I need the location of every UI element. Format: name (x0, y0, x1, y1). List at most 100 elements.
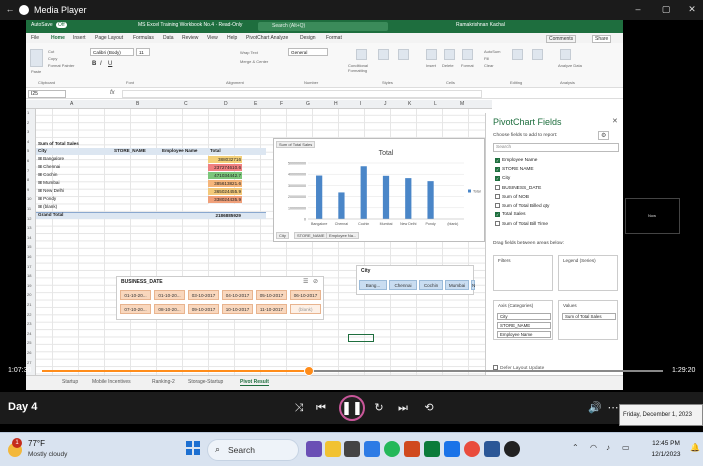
fill-button[interactable]: Fill (484, 56, 489, 61)
repeat-icon[interactable]: ⟲ (420, 399, 438, 417)
slicer-item[interactable]: Cochin (419, 280, 443, 290)
column-header[interactable]: A (70, 101, 73, 107)
comments-button[interactable]: Comments (546, 35, 577, 43)
sort-filter-icon[interactable] (512, 49, 523, 60)
windows-start-icon[interactable] (186, 441, 200, 455)
excel-search-box[interactable]: Search (Alt+Q) (258, 22, 388, 31)
field-item[interactable]: Sum of Total Bill Time (495, 221, 548, 227)
name-box[interactable]: I25 (28, 90, 66, 98)
slicer-item[interactable]: 09-10-2017 (188, 304, 219, 314)
edge-icon[interactable] (364, 441, 380, 457)
notifications-icon[interactable]: 🔔 (690, 443, 700, 452)
office-icon[interactable] (404, 441, 420, 457)
column-header[interactable]: H (334, 101, 338, 107)
row-header[interactable]: 6 (27, 158, 29, 163)
row-header[interactable]: 4 (27, 139, 29, 144)
volume-icon[interactable]: 🔊 (586, 399, 604, 417)
checkbox-icon[interactable] (495, 194, 500, 199)
shuffle-icon[interactable]: ⤨ (290, 399, 308, 417)
underline-icon[interactable]: U (108, 61, 112, 67)
slicer-item[interactable]: 03-10-2017 (188, 290, 219, 300)
column-header[interactable]: G (306, 101, 310, 107)
row-header[interactable]: 10 (27, 196, 31, 201)
minimize-icon[interactable]: – (632, 4, 644, 16)
seek-handle[interactable] (304, 366, 315, 376)
column-header[interactable]: F (280, 101, 283, 107)
city-slicer[interactable]: City Bang... Chennai Cochin Mumbai N (356, 265, 475, 295)
checkbox-icon[interactable] (495, 185, 500, 190)
row-header[interactable]: 14 (27, 235, 31, 240)
column-header[interactable]: E (254, 101, 257, 107)
chrome-icon[interactable] (464, 441, 480, 457)
video-frame[interactable]: AutoSave Off MS Excel Training Workbook … (26, 20, 623, 390)
checkbox-icon[interactable] (495, 221, 500, 226)
slicer-item[interactable]: 04-10-2017 (222, 290, 253, 300)
pivot-row-label[interactable]: ⊞ Bangalore (38, 156, 64, 162)
tab-pivotchart-analyze[interactable]: PivotChart Analyze (246, 35, 288, 41)
tab-format[interactable]: Format (326, 35, 342, 41)
column-header[interactable]: I (360, 101, 361, 107)
slicer-item[interactable]: Bang... (359, 280, 387, 290)
merge-center-button[interactable]: Merge & Center (240, 59, 268, 64)
pivot-city-header[interactable]: City (38, 148, 47, 153)
cut-button[interactable]: Cut (48, 49, 54, 54)
slicer-item[interactable]: 11-10-2017 (256, 304, 287, 314)
sheet-tab[interactable]: Storage-Startup (188, 379, 223, 385)
close-pane-icon[interactable]: ✕ (612, 117, 618, 125)
row-header[interactable]: 7 (27, 168, 29, 173)
font-size-select[interactable]: 11 (136, 48, 150, 56)
row-header[interactable]: 21 (27, 302, 31, 307)
row-header[interactable]: 11 (27, 206, 31, 211)
tab-design[interactable]: Design (300, 35, 316, 41)
row-header[interactable]: 17 (27, 264, 31, 269)
media-player-icon[interactable] (504, 441, 520, 457)
values-field-chip[interactable]: Sum of Total Sales (562, 313, 616, 320)
pivot-row-label[interactable]: ⊞ Pondy (38, 196, 56, 202)
slicer-item[interactable]: 08-10-20... (154, 304, 185, 314)
maximize-icon[interactable]: ▢ (660, 4, 672, 16)
slicer-item[interactable]: (blank) (290, 304, 321, 314)
teams-icon[interactable] (444, 441, 460, 457)
pivot-employee-header[interactable]: Employee Name (162, 148, 198, 153)
row-header[interactable]: 18 (27, 273, 31, 278)
user-name[interactable]: Ramakrishnan Kachal (456, 22, 505, 28)
field-search-input[interactable]: Search (493, 143, 619, 152)
row-header[interactable]: 3 (27, 129, 29, 134)
column-header[interactable]: C (184, 101, 188, 107)
pivot-row-label[interactable]: ⊞ New Delhi (38, 188, 64, 194)
tray-chevron-icon[interactable]: ⌃ (572, 443, 579, 452)
checkbox-checked-icon[interactable]: ✓ (495, 167, 500, 172)
conditional-formatting-icon[interactable] (356, 49, 367, 60)
row-header[interactable]: 15 (27, 244, 31, 249)
slicer-item[interactable]: 05-10-2017 (256, 290, 287, 300)
row-header[interactable]: 23 (27, 321, 31, 326)
function-icon[interactable]: fx (110, 90, 115, 96)
file-explorer-icon[interactable] (306, 441, 322, 457)
back-icon[interactable]: ← (4, 4, 16, 16)
next-icon[interactable]: ⏭ (394, 399, 412, 417)
insert-cells-icon[interactable] (426, 49, 437, 60)
filters-area[interactable]: Filters (493, 255, 553, 291)
wifi-icon[interactable]: ◠ (590, 443, 597, 452)
slicer-item[interactable]: Chennai (389, 280, 417, 290)
slicer-item[interactable]: N (471, 280, 475, 290)
column-header[interactable]: K (408, 101, 411, 107)
row-header[interactable]: 27 (27, 360, 31, 365)
business-date-slicer[interactable]: BUSINESS_DATE ☰ ⊘ 01-10-20... 01-10-20..… (116, 276, 324, 320)
excel-icon[interactable] (424, 441, 440, 457)
checkbox-checked-icon[interactable]: ✓ (495, 176, 500, 181)
axis-field-chip[interactable]: City (497, 313, 551, 320)
pivot-store-header[interactable]: STORE_NAME (114, 148, 146, 153)
wrap-text-button[interactable]: Wrap Text (240, 50, 258, 55)
pivot-row-label[interactable]: ⊞ Mumbai (38, 180, 59, 186)
chart-axis-button[interactable]: Employee Na... (326, 232, 360, 239)
tab-page-layout[interactable]: Page Layout (95, 35, 123, 41)
tab-home[interactable]: Home (51, 35, 65, 41)
row-header[interactable]: 19 (27, 283, 31, 288)
row-header[interactable]: 12 (27, 216, 31, 221)
italic-icon[interactable]: I (100, 61, 102, 67)
field-item[interactable]: Sum of Total Billed qty (495, 203, 549, 209)
battery-icon[interactable]: ▭ (622, 443, 630, 452)
chart-axis-button[interactable]: STORE_NAME (294, 232, 328, 239)
pivot-row-label[interactable]: ⊞ Cochin (38, 172, 57, 178)
